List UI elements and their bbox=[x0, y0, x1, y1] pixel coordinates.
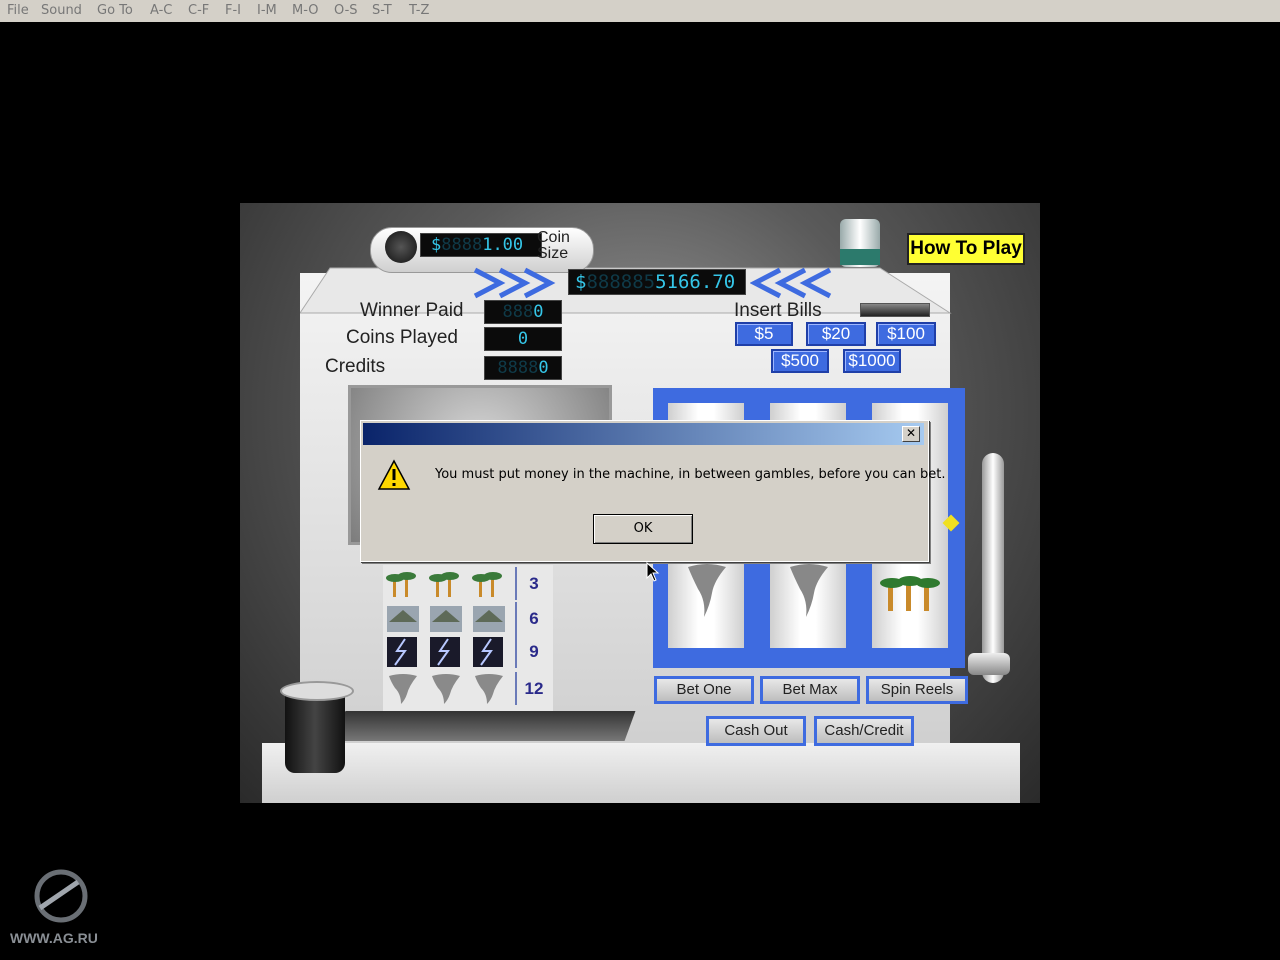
rooftops-icon bbox=[387, 606, 505, 632]
credits-ghost: 8888 bbox=[497, 358, 539, 378]
left-arrows-icon bbox=[473, 267, 556, 299]
coins-played-label: Coins Played bbox=[346, 327, 458, 348]
menu-t-z[interactable]: T-Z bbox=[409, 3, 429, 18]
coin-stack-band bbox=[840, 249, 880, 265]
paytable-row bbox=[383, 567, 513, 601]
dialog-title-bar[interactable]: ✕ bbox=[363, 423, 924, 445]
coin-size-label: Coin Size bbox=[537, 229, 570, 262]
winner-paid-value: 0 bbox=[533, 302, 544, 322]
coins-played-display: 0 bbox=[484, 327, 562, 351]
close-icon[interactable]: ✕ bbox=[902, 426, 920, 442]
winner-paid-display: 8880 bbox=[484, 300, 562, 324]
menu-goto[interactable]: Go To bbox=[97, 3, 133, 18]
winner-paid-label: Winner Paid bbox=[360, 300, 464, 321]
paytable-row bbox=[383, 635, 513, 669]
reel-1-tornado-icon bbox=[688, 564, 726, 617]
mouse-cursor-icon bbox=[646, 562, 660, 582]
lightning-icon bbox=[387, 637, 503, 667]
alert-dialog: ✕ You must put money in the machine, in … bbox=[360, 420, 946, 562]
menu-c-f[interactable]: C-F bbox=[188, 3, 209, 18]
bill-100-button[interactable]: $100 bbox=[876, 322, 936, 346]
bill-5-button[interactable]: $5 bbox=[735, 322, 793, 346]
ag-logo-icon bbox=[34, 869, 88, 923]
cash-out-button[interactable]: Cash Out bbox=[706, 716, 806, 746]
bill-20-button[interactable]: $20 bbox=[806, 322, 866, 346]
menu-o-s[interactable]: O-S bbox=[334, 3, 358, 18]
ok-button[interactable]: OK bbox=[593, 514, 693, 544]
bill-1000-button[interactable]: $1000 bbox=[843, 349, 901, 373]
bill-slot bbox=[860, 303, 930, 317]
coin-size-currency: $ bbox=[431, 235, 442, 255]
credits-value: 0 bbox=[538, 358, 549, 378]
how-to-play-button[interactable]: How To Play bbox=[907, 233, 1025, 265]
menu-bar: File Sound Go To A-C C-F F-I I-M M-O O-S… bbox=[0, 0, 1280, 22]
winner-paid-ghost: 888 bbox=[502, 302, 534, 322]
lever-handle[interactable] bbox=[982, 453, 1004, 683]
paytable-payout-6: 6 bbox=[515, 602, 551, 635]
paytable-payout-3: 3 bbox=[515, 567, 551, 600]
spin-reels-button[interactable]: Spin Reels bbox=[866, 676, 968, 704]
warning-icon bbox=[377, 459, 411, 490]
coin-tray bbox=[334, 711, 636, 741]
menu-s-t[interactable]: S-T bbox=[372, 3, 392, 18]
coin-size-ghost: 8888 bbox=[441, 235, 483, 255]
tornado-icon bbox=[389, 674, 503, 704]
paytable-payout-12: 12 bbox=[515, 672, 551, 705]
menu-file[interactable]: File bbox=[7, 3, 29, 18]
menu-sound[interactable]: Sound bbox=[41, 3, 82, 18]
balance-value: 5166.70 bbox=[655, 271, 736, 293]
coin-slot-icon[interactable] bbox=[385, 231, 417, 263]
paytable-payout-9: 9 bbox=[515, 635, 551, 668]
coin-size-value: 1.00 bbox=[482, 235, 524, 255]
menu-m-o[interactable]: M-O bbox=[292, 3, 319, 18]
balance-currency: $ bbox=[575, 271, 587, 293]
bet-max-button[interactable]: Bet Max bbox=[760, 676, 860, 704]
paytable-row bbox=[383, 672, 513, 706]
insert-bills-label: Insert Bills bbox=[734, 300, 822, 321]
balance-ghost: 888885 bbox=[586, 271, 656, 293]
dialog-message: You must put money in the machine, in be… bbox=[435, 467, 946, 482]
menu-i-m[interactable]: I-M bbox=[257, 3, 277, 18]
paytable-row bbox=[383, 602, 513, 636]
balance-display: $8888855166.70 bbox=[568, 269, 746, 295]
right-arrows-icon bbox=[750, 267, 832, 299]
menu-f-i[interactable]: F-I bbox=[225, 3, 241, 18]
bill-500-button[interactable]: $500 bbox=[771, 349, 829, 373]
palm-trees-icon bbox=[386, 572, 502, 597]
coin-size-display: $88881.00 bbox=[420, 233, 542, 257]
cash-credit-button[interactable]: Cash/Credit bbox=[814, 716, 914, 746]
coin-cup-rim bbox=[280, 681, 354, 701]
watermark-text: WWW.AG.RU bbox=[10, 930, 98, 946]
credits-display: 88880 bbox=[484, 356, 562, 380]
machine-base bbox=[262, 743, 1020, 803]
lever-base bbox=[968, 653, 1010, 675]
reel-2-tornado-icon bbox=[790, 564, 828, 617]
menu-a-c[interactable]: A-C bbox=[150, 3, 172, 18]
reel-3-palm-trees-icon bbox=[880, 576, 940, 611]
bet-one-button[interactable]: Bet One bbox=[654, 676, 754, 704]
credits-label: Credits bbox=[325, 356, 386, 377]
